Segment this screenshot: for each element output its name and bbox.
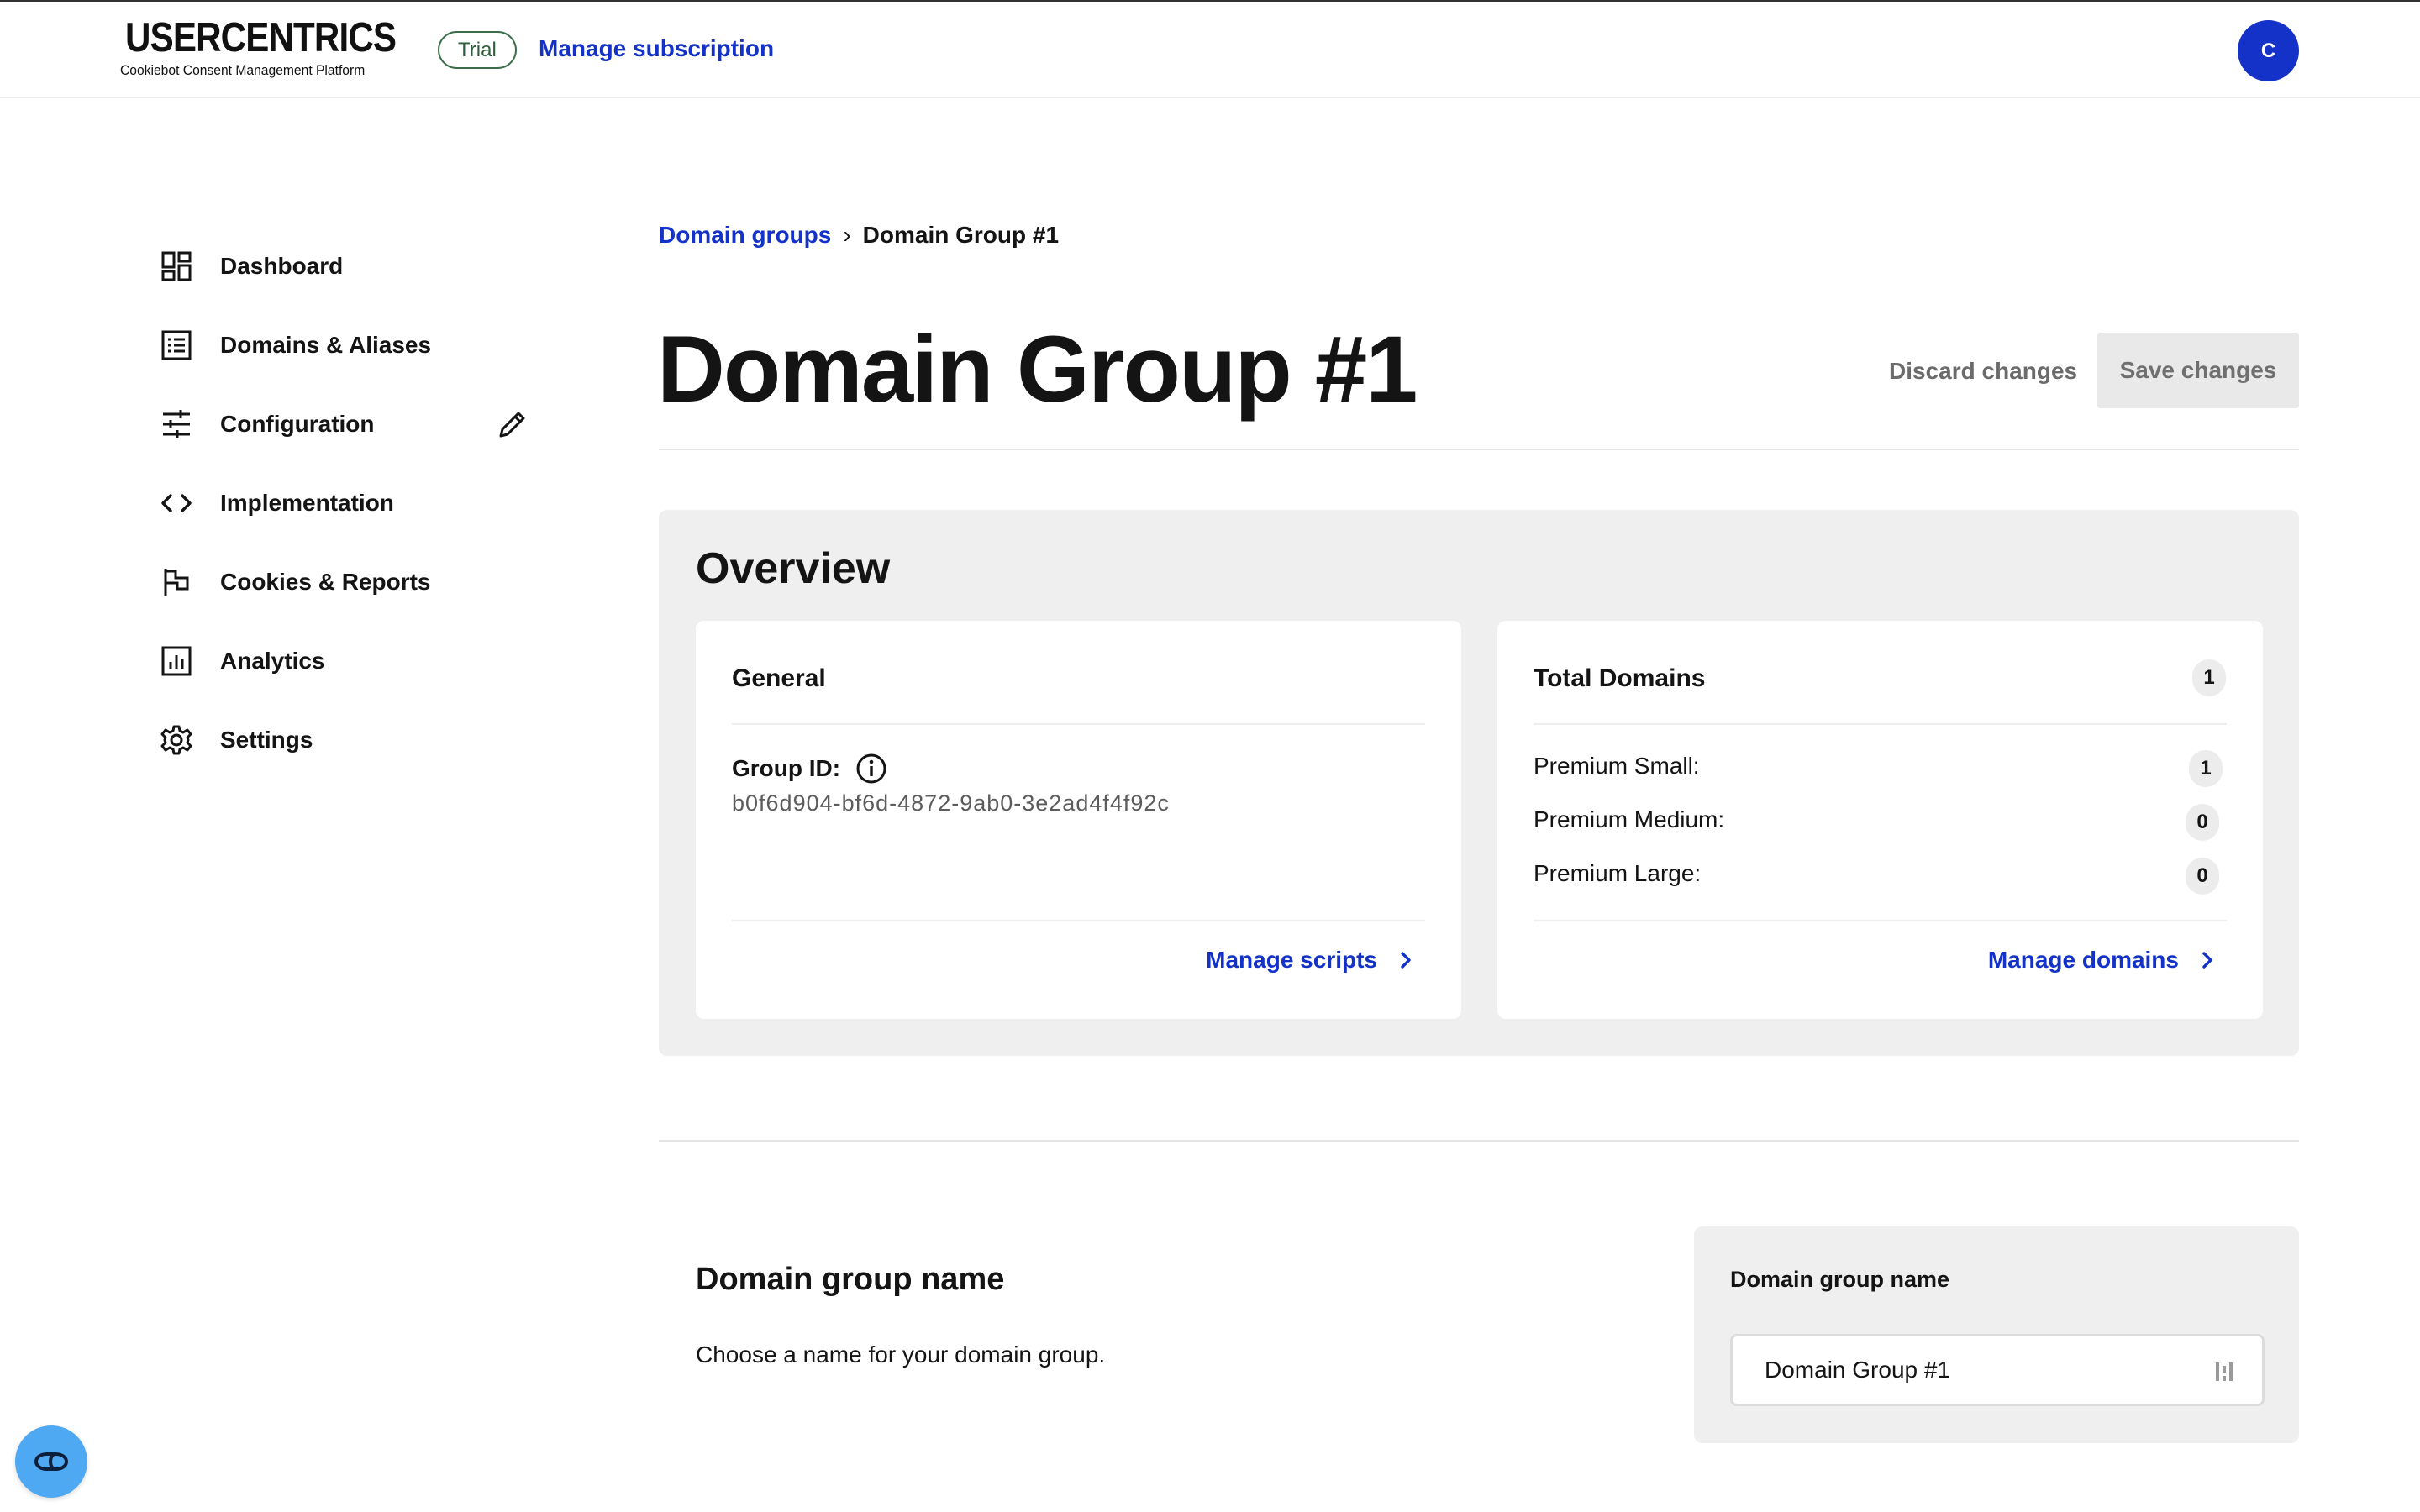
overview-panel: Overview General Group ID: b0f6d904-bf6d… xyxy=(659,510,2299,1056)
total-domains-title: Total Domains xyxy=(1534,664,1706,692)
breadcrumb: Domain groups › Domain Group #1 xyxy=(659,222,1059,249)
usercentrics-logo[interactable]: USERCENTRICS Cookiebot Consent Managemen… xyxy=(120,15,397,82)
chevron-right-icon xyxy=(1401,952,1411,969)
breadcrumb-separator: › xyxy=(843,222,851,248)
divider xyxy=(659,1140,2299,1142)
dashboard-icon xyxy=(160,249,193,283)
premium-small-label: Premium Small: xyxy=(1534,753,1700,779)
code-icon xyxy=(160,486,193,520)
sidebar-item-analytics[interactable]: Analytics xyxy=(160,622,538,701)
divider xyxy=(732,723,1425,725)
gear-icon xyxy=(160,723,193,757)
divider xyxy=(1534,723,2227,725)
divider xyxy=(1534,920,2227,921)
trial-badge: Trial xyxy=(438,31,517,69)
sidebar-item-cookies-reports[interactable]: Cookies & Reports xyxy=(160,543,538,622)
sidebar-item-implementation[interactable]: Implementation xyxy=(160,464,538,543)
breadcrumb-current: Domain Group #1 xyxy=(862,222,1060,248)
premium-medium-label: Premium Medium: xyxy=(1534,806,1725,832)
domain-group-name-input[interactable] xyxy=(1730,1334,2265,1406)
sidebar-item-label: Domains & Aliases xyxy=(220,332,432,358)
divider xyxy=(732,920,1425,921)
sidebar-item-label: Dashboard xyxy=(220,253,344,279)
top-bar: USERCENTRICS Cookiebot Consent Managemen… xyxy=(0,0,2420,98)
sidebar-item-label: Settings xyxy=(220,727,313,753)
premium-large-count: 0 xyxy=(2186,858,2219,895)
password-manager-icon[interactable] xyxy=(2214,1359,2234,1384)
divider xyxy=(659,449,2299,450)
sidebar-item-label: Configuration xyxy=(220,411,375,437)
premium-medium-count: 0 xyxy=(2186,804,2219,841)
manage-domains-label: Manage domains xyxy=(1987,947,2179,973)
sidebar-nav: Dashboard Domains & Aliases Configuratio… xyxy=(160,227,538,780)
domain-group-name-section-title: Domain group name xyxy=(696,1262,1005,1297)
discard-changes-button[interactable]: Discard changes xyxy=(1876,334,2091,408)
flag-icon xyxy=(160,565,193,599)
info-icon[interactable] xyxy=(855,753,887,785)
list-icon xyxy=(160,328,193,362)
general-card-title: General xyxy=(732,664,826,692)
bar-chart-icon xyxy=(160,644,193,678)
sidebar-item-label: Analytics xyxy=(220,648,325,674)
sidebar-item-label: Implementation xyxy=(220,490,394,516)
sidebar-item-domains-aliases[interactable]: Domains & Aliases xyxy=(160,306,538,385)
brand-subtitle: Cookiebot Consent Management Platform xyxy=(120,62,366,78)
manage-scripts-link[interactable]: Manage scripts xyxy=(1206,947,1418,974)
chevron-right-icon xyxy=(2202,952,2212,969)
breadcrumb-link-domain-groups[interactable]: Domain groups xyxy=(659,222,831,249)
overview-title: Overview xyxy=(696,544,891,593)
premium-small-count: 1 xyxy=(2189,750,2223,787)
page-title: Domain Group #1 xyxy=(657,317,1418,422)
pencil-icon[interactable] xyxy=(496,407,529,441)
manage-subscription-link[interactable]: Manage subscription xyxy=(539,35,774,62)
premium-large-label: Premium Large: xyxy=(1534,860,1702,886)
sidebar-item-settings[interactable]: Settings xyxy=(160,701,538,780)
cookie-consent-button[interactable] xyxy=(15,1425,87,1498)
cookie-consent-icon xyxy=(34,1452,69,1472)
sidebar-item-label: Cookies & Reports xyxy=(220,569,431,595)
group-id-label-row: Group ID: xyxy=(732,753,887,785)
manage-scripts-label: Manage scripts xyxy=(1206,947,1377,973)
domain-group-name-panel: Domain group name xyxy=(1694,1226,2299,1443)
total-domains-card: Total Domains 1 Premium Small: 1 Premium… xyxy=(1497,621,2263,1019)
manage-domains-link[interactable]: Manage domains xyxy=(1988,947,2219,974)
domain-group-name-label: Domain group name xyxy=(1730,1267,1950,1292)
save-changes-button[interactable]: Save changes xyxy=(2097,333,2299,408)
sidebar-item-configuration[interactable]: Configuration xyxy=(160,385,538,464)
sidebar-item-dashboard[interactable]: Dashboard xyxy=(160,227,538,306)
group-id-label: Group ID: xyxy=(732,755,841,781)
user-avatar[interactable]: C xyxy=(2238,20,2299,81)
sliders-icon xyxy=(160,407,193,441)
domain-group-name-description: Choose a name for your domain group. xyxy=(696,1341,1106,1368)
group-id-value: b0f6d904-bf6d-4872-9ab0-3e2ad4f4f92c xyxy=(732,790,1170,816)
brand-name: USERCENTRICS xyxy=(125,15,397,60)
total-domains-count: 1 xyxy=(2192,659,2226,696)
general-card: General Group ID: b0f6d904-bf6d-4872-9ab… xyxy=(696,621,1461,1019)
